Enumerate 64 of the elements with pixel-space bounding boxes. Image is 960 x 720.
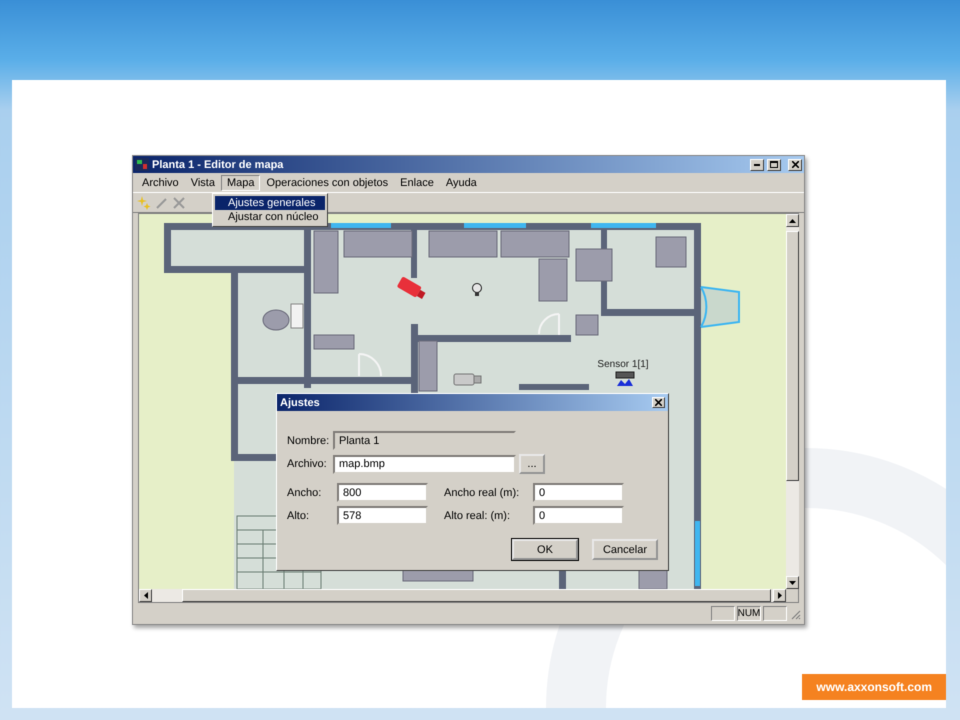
minimize-icon bbox=[754, 164, 760, 166]
menu-item[interactable]: Mapa bbox=[220, 174, 260, 190]
scroll-right-button[interactable] bbox=[773, 589, 786, 602]
text-field[interactable]: 578 bbox=[337, 506, 428, 525]
menu-item[interactable]: Enlace bbox=[394, 174, 440, 190]
minimize-button[interactable] bbox=[750, 158, 764, 170]
dialog-title: Ajustes bbox=[280, 396, 320, 408]
door-drawing bbox=[358, 353, 382, 377]
camera-icon[interactable] bbox=[396, 276, 426, 299]
field-label: Ancho: bbox=[287, 486, 322, 498]
up-arrow-icon bbox=[789, 218, 796, 222]
table-drawing bbox=[262, 304, 304, 330]
menu-option[interactable]: Ajustes generales bbox=[215, 196, 325, 210]
status-panel bbox=[763, 606, 787, 621]
scroll-up-button[interactable] bbox=[786, 214, 799, 227]
menu-item[interactable]: Archivo bbox=[136, 174, 185, 190]
right-arrow-icon bbox=[778, 592, 782, 599]
scroll-down-button[interactable] bbox=[786, 576, 799, 589]
furniture-block bbox=[314, 230, 338, 294]
window-title: Planta 1 - Editor de mapa bbox=[152, 158, 284, 170]
dialog-button[interactable]: Cancelar bbox=[592, 539, 658, 560]
furniture-block bbox=[344, 230, 412, 258]
field-label: Alto real: (m): bbox=[444, 510, 512, 522]
close-icon bbox=[792, 161, 798, 168]
browse-button[interactable]: ... bbox=[519, 454, 545, 474]
down-arrow-icon bbox=[789, 580, 796, 584]
furniture-block bbox=[418, 340, 438, 392]
door-drawing bbox=[538, 313, 560, 336]
maximize-icon bbox=[770, 161, 778, 168]
vertical-scrollbar[interactable] bbox=[786, 214, 799, 589]
scroll-thumb[interactable] bbox=[786, 231, 799, 481]
app-icon bbox=[135, 158, 149, 171]
furniture-block bbox=[576, 314, 598, 336]
scroll-left-button[interactable] bbox=[139, 589, 152, 602]
field-label: Ancho real (m): bbox=[444, 486, 520, 498]
maximize-button[interactable] bbox=[767, 158, 781, 170]
status-indicator: NUM bbox=[737, 606, 761, 621]
menu-item[interactable]: Ayuda bbox=[440, 174, 483, 190]
close-button[interactable] bbox=[788, 158, 802, 170]
furniture-block bbox=[576, 248, 612, 282]
dialog-button[interactable]: OK bbox=[512, 539, 578, 560]
field-label: Alto: bbox=[287, 510, 310, 522]
furniture-block bbox=[428, 230, 498, 258]
text-field[interactable]: map.bmp bbox=[333, 454, 516, 474]
light-bulb-icon[interactable] bbox=[472, 283, 482, 296]
text-field[interactable]: 800 bbox=[337, 483, 428, 502]
camera-icon[interactable] bbox=[454, 374, 482, 386]
text-field[interactable]: 0 bbox=[533, 506, 624, 525]
sensor-label: Sensor 1[1] bbox=[597, 359, 649, 370]
menu-option[interactable]: Ajustar con núcleo bbox=[215, 210, 325, 224]
left-arrow-icon bbox=[144, 592, 148, 599]
furniture-block bbox=[314, 334, 354, 350]
close-icon bbox=[655, 399, 662, 406]
sensor-icon[interactable] bbox=[616, 372, 634, 386]
resize-grip-icon[interactable] bbox=[789, 608, 801, 620]
status-panel bbox=[711, 606, 735, 621]
menu-item[interactable]: Operaciones con objetos bbox=[260, 174, 394, 190]
text-field[interactable]: 0 bbox=[533, 483, 624, 502]
menu-item[interactable]: Vista bbox=[184, 174, 221, 190]
bay-window-drawing bbox=[700, 286, 740, 328]
field-label: Nombre: bbox=[287, 434, 330, 446]
furniture-block bbox=[656, 236, 686, 268]
close-button[interactable] bbox=[652, 397, 665, 408]
field-label: Archivo: bbox=[287, 458, 328, 470]
